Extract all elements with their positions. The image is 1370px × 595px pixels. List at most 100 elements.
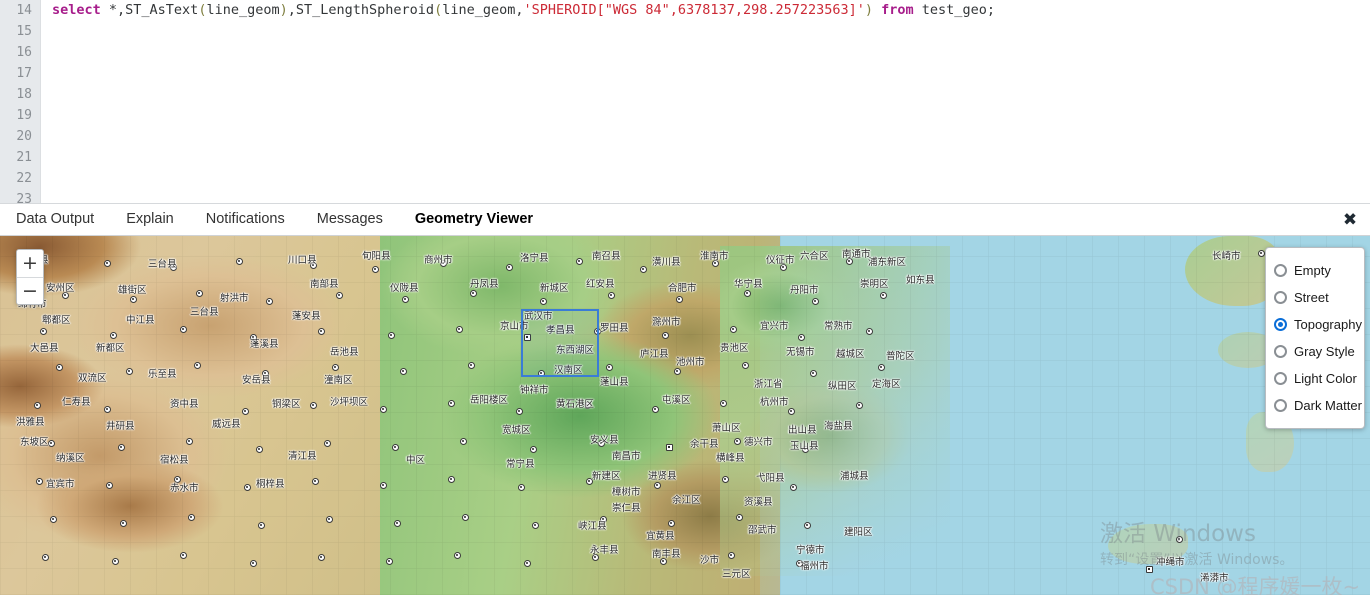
map-marker	[810, 370, 817, 377]
map-marker	[586, 478, 593, 485]
map-marker	[530, 446, 537, 453]
line-number-18: 18	[16, 87, 32, 102]
map-marker	[42, 554, 49, 561]
map-marker	[448, 476, 455, 483]
geometry-viewer-map[interactable]: 黑水县三台县川口县旬阳县商州市洛宁县南召县潢川县淮南市仪征市六合区浦东新区南通市…	[0, 236, 1370, 595]
zoom-out-button[interactable]: −	[17, 277, 43, 304]
map-marker	[174, 476, 181, 483]
map-marker	[110, 332, 117, 339]
map-marker	[674, 368, 681, 375]
map-marker	[372, 266, 379, 273]
zoom-in-button[interactable]: +	[17, 250, 43, 277]
map-marker	[262, 370, 269, 377]
map-marker	[196, 290, 203, 297]
radio-icon[interactable]	[1274, 372, 1287, 385]
tab-messages[interactable]: Messages	[301, 203, 399, 236]
layer-option-label: Dark Matter	[1294, 398, 1362, 413]
map-marker	[592, 554, 599, 561]
map-marker	[796, 560, 803, 567]
map-marker	[462, 514, 469, 521]
map-marker	[318, 328, 325, 335]
map-marker	[1146, 566, 1153, 573]
radio-icon[interactable]	[1274, 291, 1287, 304]
line-number-21: 21	[16, 150, 32, 165]
map-tiles[interactable]: 黑水县三台县川口县旬阳县商州市洛宁县南召县潢川县淮南市仪征市六合区浦东新区南通市…	[0, 236, 1370, 595]
radio-icon[interactable]	[1274, 345, 1287, 358]
tab-data-output[interactable]: Data Output	[0, 203, 110, 236]
map-marker	[460, 438, 467, 445]
map-marker	[654, 482, 661, 489]
map-marker	[802, 446, 809, 453]
map-marker	[312, 478, 319, 485]
radio-icon[interactable]	[1274, 399, 1287, 412]
map-marker	[386, 558, 393, 565]
basemap-layer-switcher[interactable]: Empty Street Topography Gray Style Light Col…	[1265, 247, 1365, 429]
map-marker	[62, 292, 69, 299]
sql-string-literal: 'SPHEROID["WGS 84",6378137,298.257223563…	[523, 2, 865, 18]
map-marker	[130, 296, 137, 303]
map-marker	[524, 560, 531, 567]
line-number-20: 20	[16, 129, 32, 144]
layer-option-gray-style[interactable]: Gray Style	[1274, 338, 1358, 365]
map-marker	[600, 516, 607, 523]
map-marker	[332, 364, 339, 371]
map-marker	[188, 514, 195, 521]
layer-option-light-color[interactable]: Light Color	[1274, 365, 1358, 392]
map-marker	[104, 260, 111, 267]
tab-notifications[interactable]: Notifications	[190, 203, 301, 236]
sql-editor[interactable]: 14 15 16 17 18 19 20 21 22 23 select *,ST_AsText (…	[0, 0, 1370, 203]
close-icon[interactable]: ✖	[1340, 210, 1360, 230]
map-marker	[186, 438, 193, 445]
sql-line-14: select *,ST_AsText(line_geom),ST_LengthS…	[41, 0, 1370, 21]
map-marker	[584, 402, 591, 409]
map-marker	[50, 516, 57, 523]
map-marker	[48, 440, 55, 447]
map-marker	[388, 332, 395, 339]
layer-option-label: Empty	[1294, 263, 1331, 278]
layer-option-label: Street	[1294, 290, 1329, 305]
map-marker	[106, 482, 113, 489]
layer-option-empty[interactable]: Empty	[1274, 257, 1358, 284]
radio-icon[interactable]	[1274, 318, 1287, 331]
map-graticule	[0, 236, 1370, 595]
map-marker	[640, 266, 647, 273]
map-marker	[712, 260, 719, 267]
map-marker	[456, 326, 463, 333]
map-marker	[742, 362, 749, 369]
map-marker	[652, 406, 659, 413]
map-marker	[506, 264, 513, 271]
map-marker	[402, 296, 409, 303]
map-marker	[790, 484, 797, 491]
radio-icon[interactable]	[1274, 264, 1287, 277]
layer-option-street[interactable]: Street	[1274, 284, 1358, 311]
layer-option-dark-matter[interactable]: Dark Matter	[1274, 392, 1362, 419]
line-number-gutter: 14 15 16 17 18 19 20 21 22 23	[0, 0, 41, 203]
map-marker	[540, 298, 547, 305]
tab-explain[interactable]: Explain	[110, 203, 190, 236]
map-marker	[532, 522, 539, 529]
map-marker	[258, 522, 265, 529]
map-marker	[256, 446, 263, 453]
map-marker	[448, 400, 455, 407]
map-marker	[734, 438, 741, 445]
sql-paren-close-1: )	[279, 2, 288, 18]
layer-option-label: Topography	[1294, 317, 1362, 332]
map-marker	[518, 484, 525, 491]
sql-code-area[interactable]: select *,ST_AsText(line_geom),ST_LengthS…	[41, 0, 1370, 203]
sql-keyword-from: from	[881, 2, 914, 18]
map-marker	[880, 292, 887, 299]
map-marker	[318, 554, 325, 561]
map-marker	[812, 298, 819, 305]
line-number-17: 17	[16, 66, 32, 81]
map-marker	[394, 520, 401, 527]
map-marker	[310, 402, 317, 409]
line-number-16: 16	[16, 45, 32, 60]
map-zoom-control[interactable]: + −	[16, 249, 44, 305]
sql-arg-2: line_geom,	[442, 2, 524, 18]
geometry-feature-rectangle[interactable]	[521, 309, 599, 377]
tab-geometry-viewer[interactable]: Geometry Viewer	[399, 203, 549, 236]
map-marker	[608, 292, 615, 299]
map-marker	[104, 406, 111, 413]
map-marker	[744, 290, 751, 297]
layer-option-topography[interactable]: Topography	[1274, 311, 1362, 338]
